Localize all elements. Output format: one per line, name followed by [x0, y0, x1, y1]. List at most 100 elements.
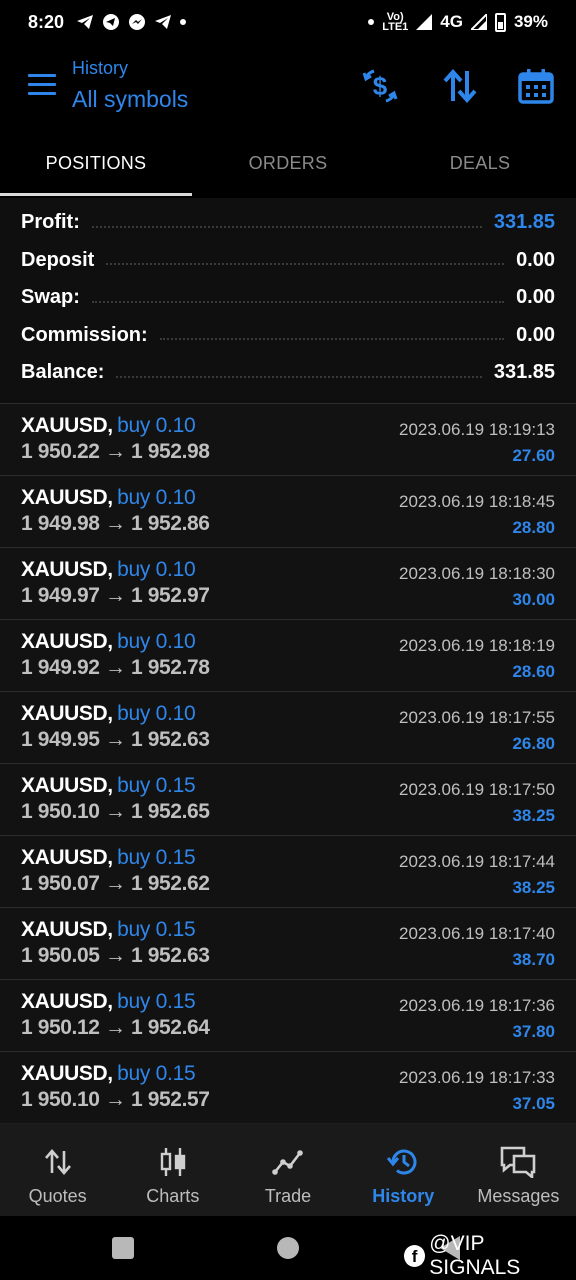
deal-time: 2023.06.19 18:17:44: [399, 852, 555, 871]
nav-label: Messages: [477, 1186, 560, 1206]
charts-icon: [160, 1148, 185, 1176]
list-item[interactable]: XAUUSD, buy 0.10 1 950.22 → 1 952.98 202…: [0, 403, 576, 475]
dotted-leader: [91, 300, 505, 303]
calendar-button[interactable]: [516, 66, 556, 106]
deal-close-price: 1 952.62: [131, 872, 210, 895]
deal-close-price: 1 952.63: [131, 944, 210, 967]
deal-side: buy 0.10: [117, 486, 196, 509]
summary-row-swap: Swap: 0.00: [21, 279, 555, 317]
nav-label: Trade: [264, 1186, 312, 1206]
status-bar: 8:20 Vo) LTE1 4G 39%: [0, 0, 576, 44]
deal-close-price: 1 952.64: [131, 1016, 210, 1039]
list-item[interactable]: XAUUSD, buy 0.10 1 949.98 → 1 952.86 202…: [0, 475, 576, 547]
recent-apps-button[interactable]: [112, 1237, 134, 1259]
arrow-right-icon: →: [104, 1088, 126, 1111]
deal-open-price: 1 949.97: [21, 584, 100, 607]
deal-close-price: 1 952.97: [131, 584, 210, 607]
app-bar: History All symbols $: [0, 44, 576, 134]
arrow-right-icon: →: [104, 584, 126, 607]
tab-positions[interactable]: POSITIONS: [0, 134, 192, 198]
telegram-icon: [77, 15, 94, 29]
arrow-right-icon: →: [104, 872, 126, 895]
nav-trade[interactable]: Trade: [230, 1124, 345, 1216]
deal-close-price: 1 952.57: [131, 1088, 210, 1111]
arrow-right-icon: →: [104, 800, 126, 823]
signal-icon-2: [470, 14, 487, 30]
deal-profit: 26.80: [512, 734, 555, 753]
nav-history[interactable]: History: [346, 1124, 461, 1216]
volte-indicator: Vo) LTE1: [382, 12, 409, 33]
system-nav-bar: f @VIP SIGNALS: [0, 1216, 576, 1280]
deal-side: buy 0.15: [117, 990, 196, 1013]
deal-close-price: 1 952.98: [131, 440, 210, 463]
deal-profit: 28.60: [512, 662, 555, 681]
deal-time: 2023.06.19 18:17:55: [399, 708, 555, 727]
nav-charts[interactable]: Charts: [115, 1124, 230, 1216]
deal-profit: 37.80: [512, 1022, 555, 1041]
arrow-right-icon: →: [104, 944, 126, 967]
deal-side: buy 0.15: [117, 774, 196, 797]
currency-exchange-button[interactable]: $: [360, 66, 400, 106]
deal-profit: 37.05: [512, 1094, 555, 1113]
deal-close-price: 1 952.86: [131, 512, 210, 535]
arrow-right-icon: →: [104, 440, 126, 463]
battery-icon: [494, 12, 506, 32]
deal-profit: 38.25: [512, 878, 555, 897]
nav-label: Quotes: [28, 1186, 87, 1206]
sort-button[interactable]: [440, 66, 480, 106]
deal-profit: 30.00: [512, 590, 555, 609]
deal-symbol: XAUUSD,: [21, 558, 113, 581]
list-item[interactable]: XAUUSD, buy 0.10 1 949.95 → 1 952.63 202…: [0, 691, 576, 763]
symbol-filter-title[interactable]: All symbols: [72, 86, 188, 113]
summary-label: Swap:: [21, 286, 80, 309]
list-item[interactable]: XAUUSD, buy 0.15 1 950.07 → 1 952.62 202…: [0, 835, 576, 907]
menu-icon[interactable]: [28, 74, 56, 96]
bottom-navigation: Quotes Charts Trade History Messages: [0, 1123, 576, 1216]
battery-percent: 39%: [513, 12, 548, 31]
list-item[interactable]: XAUUSD, buy 0.15 1 950.05 → 1 952.63 202…: [0, 907, 576, 979]
deal-close-price: 1 952.78: [131, 656, 210, 679]
list-item[interactable]: XAUUSD, buy 0.15 1 950.10 → 1 952.57 202…: [0, 1051, 576, 1123]
list-item[interactable]: XAUUSD, buy 0.10 1 949.97 → 1 952.97 202…: [0, 547, 576, 619]
summary-panel: Profit: 331.85 Deposit 0.00 Swap: 0.00 C…: [0, 198, 576, 403]
deal-open-price: 1 949.98: [21, 512, 100, 535]
deal-open-price: 1 950.07: [21, 872, 100, 895]
dotted-leader: [116, 375, 482, 378]
summary-row-profit: Profit: 331.85: [21, 204, 555, 242]
deal-side: buy 0.10: [117, 414, 196, 437]
nav-quotes[interactable]: Quotes: [0, 1124, 115, 1216]
list-item[interactable]: XAUUSD, buy 0.15 1 950.12 → 1 952.64 202…: [0, 979, 576, 1051]
watermark: f @VIP SIGNALS: [404, 1232, 576, 1280]
deal-symbol: XAUUSD,: [21, 1062, 113, 1085]
summary-value: 0.00: [516, 323, 555, 346]
deal-time: 2023.06.19 18:17:33: [399, 1068, 555, 1087]
watermark-text: @VIP SIGNALS: [429, 1232, 521, 1279]
list-item[interactable]: XAUUSD, buy 0.15 1 950.10 → 1 952.65 202…: [0, 763, 576, 835]
notification-dot-icon: [180, 19, 187, 25]
nav-messages[interactable]: Messages: [461, 1124, 576, 1216]
sort-arrows-icon: [443, 69, 477, 103]
messages-icon: [501, 1146, 536, 1178]
deal-symbol: XAUUSD,: [21, 990, 113, 1013]
summary-value: 0.00: [516, 286, 555, 309]
deal-open-price: 1 950.12: [21, 1016, 100, 1039]
summary-label: Profit:: [21, 211, 80, 234]
deal-open-price: 1 950.05: [21, 944, 100, 967]
deal-profit: 28.80: [512, 518, 555, 537]
deal-profit: 27.60: [512, 446, 555, 465]
deal-symbol: XAUUSD,: [21, 846, 113, 869]
deal-profit: 38.70: [512, 950, 555, 969]
status-right: Vo) LTE1 4G 39%: [368, 12, 548, 33]
volte-bottom: LTE1: [382, 21, 409, 33]
list-item[interactable]: XAUUSD, buy 0.10 1 949.92 → 1 952.78 202…: [0, 619, 576, 691]
deal-side: buy 0.15: [117, 918, 196, 941]
deal-side: buy 0.10: [117, 630, 196, 653]
summary-row-commission: Commission: 0.00: [21, 317, 555, 355]
home-button[interactable]: [277, 1237, 299, 1259]
deal-symbol: XAUUSD,: [21, 414, 113, 437]
summary-label: Balance:: [21, 361, 105, 384]
deal-time: 2023.06.19 18:17:40: [399, 924, 555, 943]
tab-orders[interactable]: ORDERS: [192, 134, 384, 198]
deal-side: buy 0.15: [117, 1062, 196, 1085]
tab-deals[interactable]: DEALS: [384, 134, 576, 198]
